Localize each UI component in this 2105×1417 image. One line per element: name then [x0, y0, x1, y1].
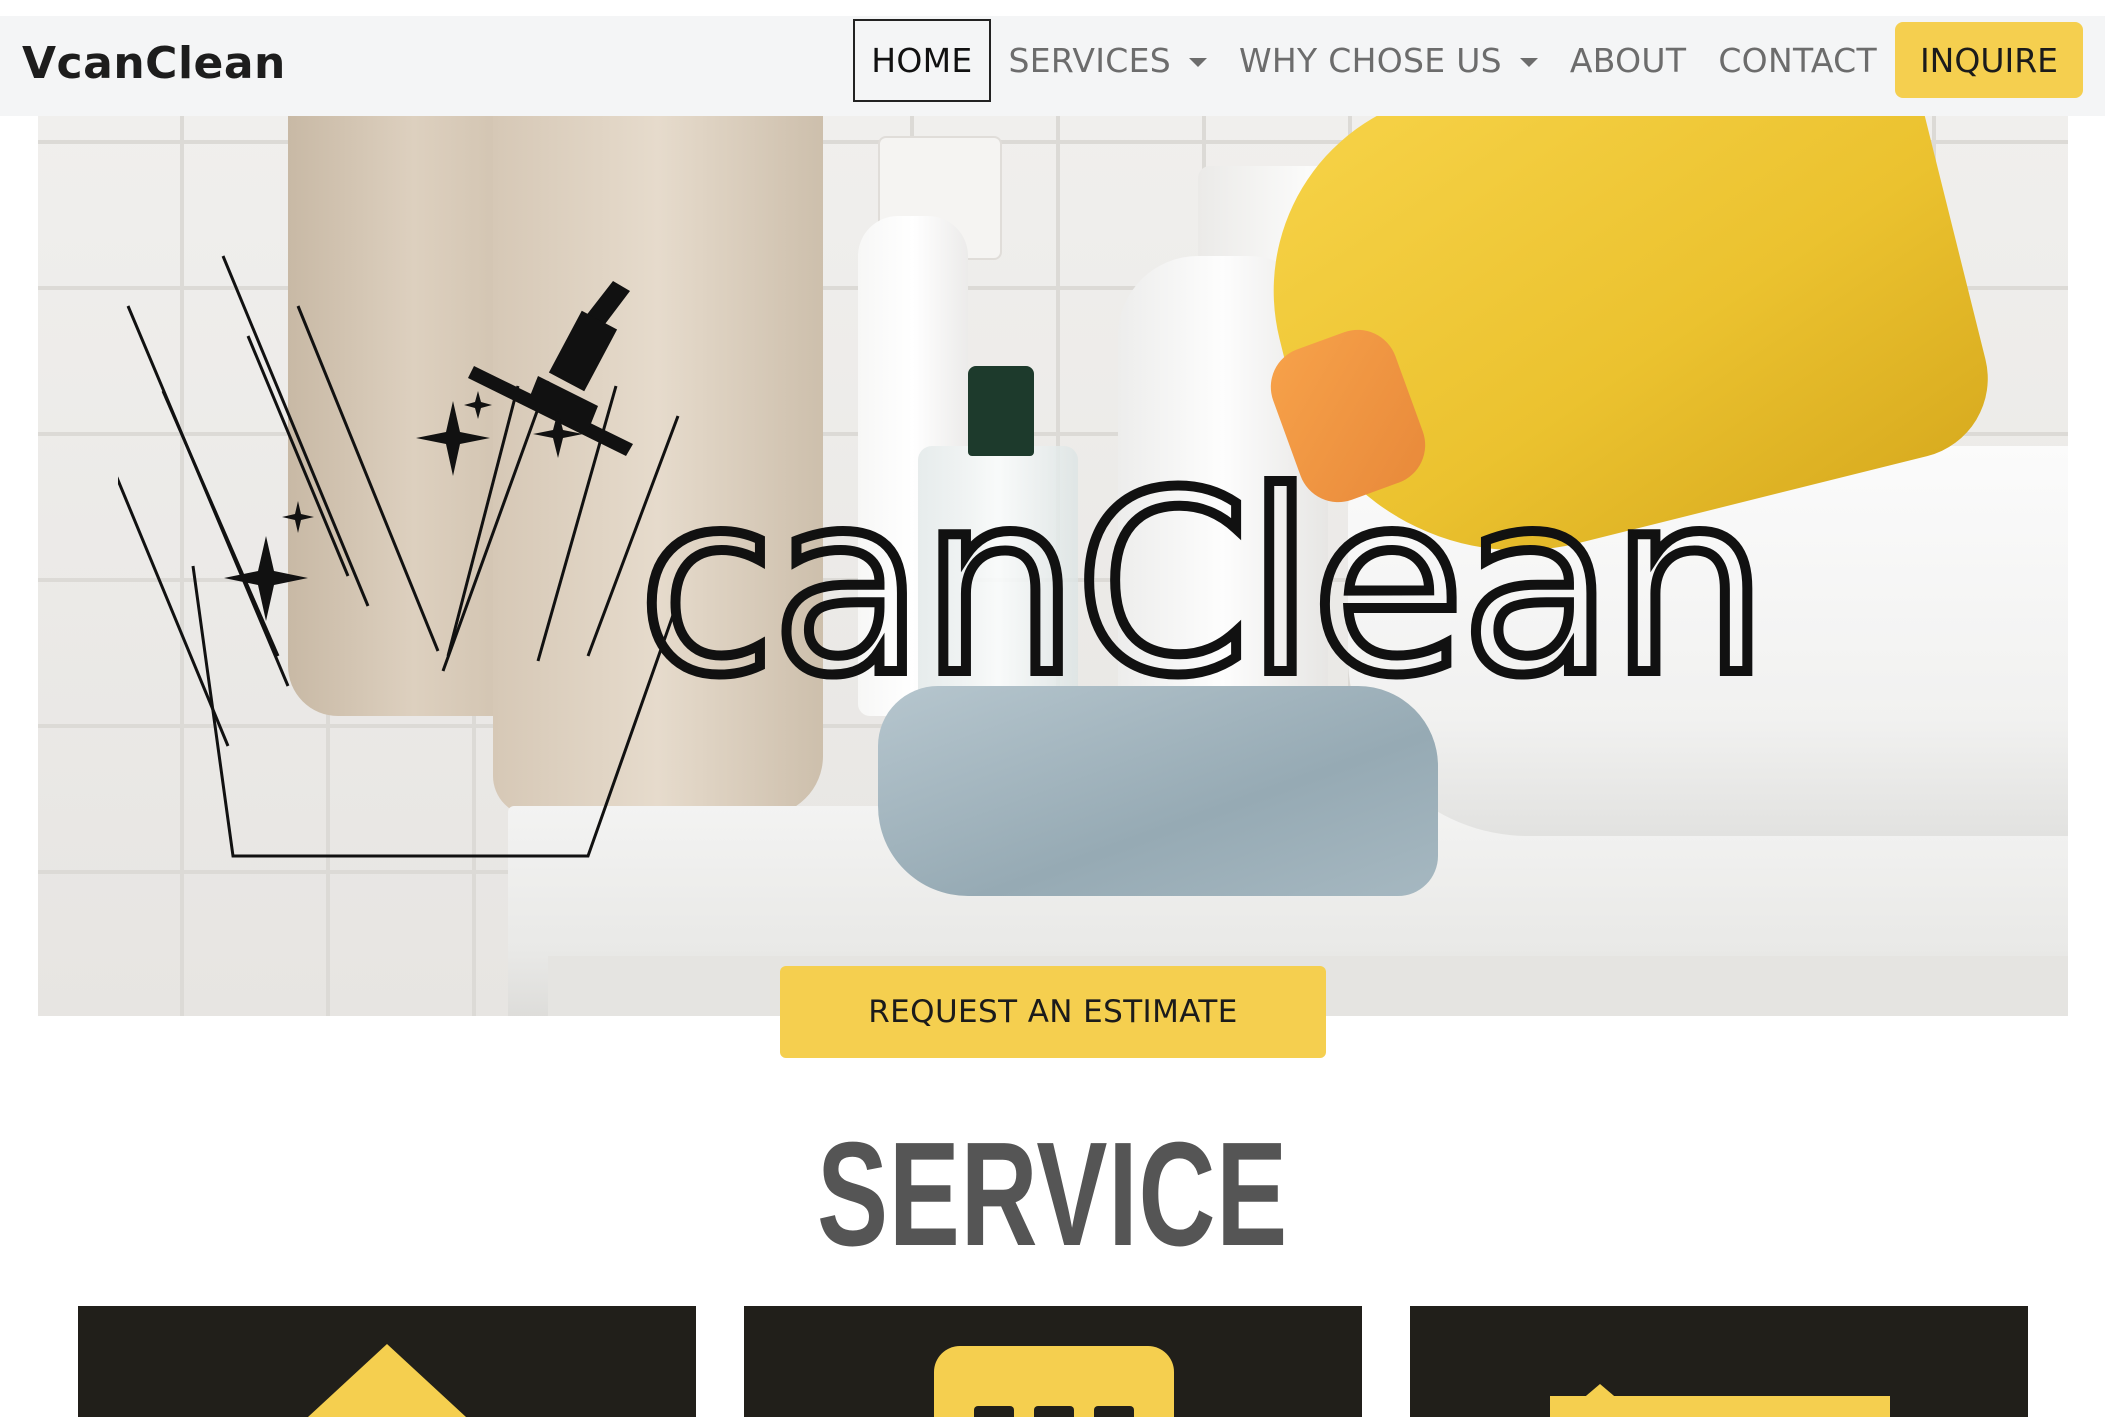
- building-icon: [1550, 1384, 1890, 1417]
- service-card[interactable]: [744, 1306, 1362, 1417]
- sparkle-icon: [224, 391, 583, 621]
- service-card[interactable]: [78, 1306, 696, 1417]
- calendar-icon: [934, 1346, 1174, 1417]
- nav-why-chose-us[interactable]: WHY CHOSE US: [1223, 20, 1554, 100]
- vcanclean-logo: canClean: [118, 255, 1774, 858]
- squeegee-icon: [468, 281, 633, 456]
- request-estimate-button[interactable]: REQUEST AN ESTIMATE: [780, 966, 1326, 1058]
- section-title-service: SERVICE: [817, 1112, 1288, 1277]
- nav-contact[interactable]: CONTACT: [1702, 20, 1893, 100]
- chevron-down-icon: [1519, 57, 1538, 67]
- nav-why-label: WHY CHOSE US: [1239, 40, 1502, 80]
- inquire-button[interactable]: INQUIRE: [1894, 22, 2083, 98]
- nav-home[interactable]: HOME: [853, 18, 991, 102]
- nav-home-label: HOME: [871, 40, 973, 80]
- house-icon: [308, 1344, 466, 1417]
- service-cards: [0, 1306, 2105, 1417]
- nav-contact-label: CONTACT: [1718, 40, 1877, 80]
- chevron-down-icon: [1189, 57, 1207, 67]
- navbar: VcanClean HOME SERVICES WHY CHOSE US ABO…: [0, 16, 2105, 116]
- nav-services-label: SERVICES: [1008, 40, 1171, 80]
- logo-wordmark: canClean: [638, 439, 1765, 730]
- nav-about[interactable]: ABOUT: [1554, 20, 1702, 100]
- nav-services[interactable]: SERVICES: [993, 20, 1223, 100]
- hero-banner: canClean: [38, 116, 2068, 1016]
- nav-about-label: ABOUT: [1569, 40, 1687, 80]
- service-card[interactable]: [1410, 1306, 2028, 1417]
- brand-logo-text[interactable]: VcanClean: [22, 38, 286, 89]
- main-nav: HOME SERVICES WHY CHOSE US ABOUT CONTACT…: [853, 18, 2083, 102]
